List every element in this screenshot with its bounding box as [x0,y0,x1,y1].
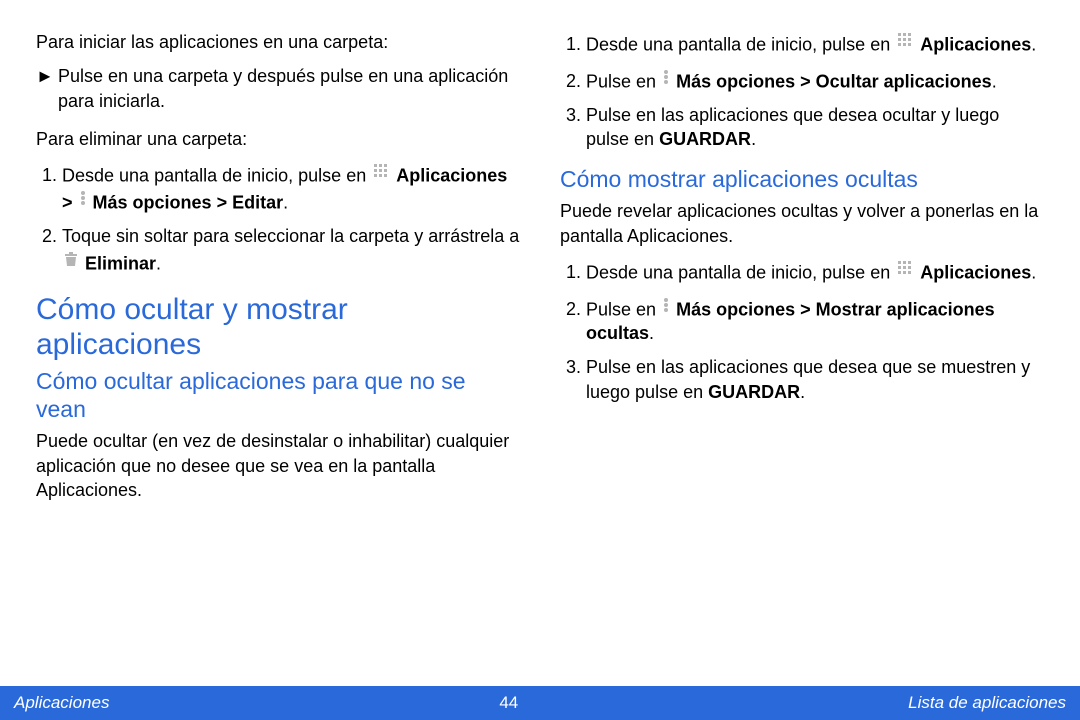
step2-pre: Toque sin soltar para seleccionar la car… [62,226,519,246]
step-1: Desde una pantalla de inicio, pulse en A… [62,161,520,214]
more-options-icon [663,67,669,91]
hs1-end: . [1031,34,1036,54]
hide-step-3: Pulse en las aplicaciones que desea ocul… [586,103,1044,152]
hs2-end: . [992,71,997,91]
footer-left: Aplicaciones [14,693,109,713]
trash-icon [64,249,78,273]
hs3-bold: GUARDAR [659,129,751,149]
step1-bold2: Más opciones > Editar [93,192,284,212]
subheading-show: Cómo mostrar aplicaciones ocultas [560,166,1044,194]
step1-end: . [283,192,288,212]
ss1-pre: Desde una pantalla de inicio, pulse en [586,262,895,282]
bullet-item: ► Pulse en una carpeta y después pulse e… [58,64,520,113]
hide-intro: Puede ocultar (en vez de desinstalar o i… [36,429,520,502]
apps-grid-icon [897,258,913,282]
ss1-bold: Aplicaciones [920,262,1031,282]
bullet-list: ► Pulse en una carpeta y después pulse e… [36,64,520,113]
step1-pre: Desde una pantalla de inicio, pulse en [62,165,371,185]
delete-folder-steps: Desde una pantalla de inicio, pulse en A… [36,161,520,275]
arrow-icon: ► [36,64,54,88]
hs3-pre: Pulse en las aplicaciones que desea ocul… [586,105,999,149]
right-column: Desde una pantalla de inicio, pulse en A… [560,30,1044,686]
ss3-pre: Pulse en las aplicaciones que desea que … [586,357,1030,401]
ss3-bold: GUARDAR [708,382,800,402]
subheading-hide: Cómo ocultar aplicaciones para que no se… [36,368,520,423]
intro-folder-delete: Para eliminar una carpeta: [36,127,520,151]
show-steps: Desde una pantalla de inicio, pulse en A… [560,258,1044,404]
show-step-1: Desde una pantalla de inicio, pulse en A… [586,258,1044,285]
step1-sep: > [62,192,78,212]
more-options-icon [663,295,669,319]
hs2-pre: Pulse en [586,71,661,91]
ss1-end: . [1031,262,1036,282]
ss2-pre: Pulse en [586,299,661,319]
hide-steps: Desde una pantalla de inicio, pulse en A… [560,30,1044,152]
page-footer: Aplicaciones 44 Lista de aplicaciones [0,686,1080,720]
show-step-3: Pulse en las aplicaciones que desea que … [586,355,1044,404]
hide-step-2: Pulse en Más opciones > Ocultar aplicaci… [586,67,1044,94]
step1-bold1: Aplicaciones [396,165,507,185]
show-step-2: Pulse en Más opciones > Mostrar aplicaci… [586,295,1044,346]
show-intro: Puede revelar aplicaciones ocultas y vol… [560,199,1044,248]
footer-right: Lista de aplicaciones [908,693,1066,713]
apps-grid-icon [373,161,389,185]
hs1-bold: Aplicaciones [920,34,1031,54]
hs2-bold: Más opciones > Ocultar aplicaciones [676,71,992,91]
left-column: Para iniciar las aplicaciones en una car… [36,30,520,686]
hs3-end: . [751,129,756,149]
hide-step-1: Desde una pantalla de inicio, pulse en A… [586,30,1044,57]
step2-end: . [156,253,161,273]
bullet-text: Pulse en una carpeta y después pulse en … [58,66,508,110]
intro-folder-launch: Para iniciar las aplicaciones en una car… [36,30,520,54]
heading-hide-show: Cómo ocultar y mostrar aplicaciones [36,293,520,362]
apps-grid-icon [897,30,913,54]
step2-bold: Eliminar [85,253,156,273]
hs1-pre: Desde una pantalla de inicio, pulse en [586,34,895,54]
footer-page-number: 44 [499,693,518,713]
ss3-end: . [800,382,805,402]
content-area: Para iniciar las aplicaciones en una car… [0,0,1080,686]
manual-page: Para iniciar las aplicaciones en una car… [0,0,1080,720]
more-options-icon [80,188,86,212]
ss2-end: . [649,323,654,343]
step-2: Toque sin soltar para seleccionar la car… [62,224,520,275]
